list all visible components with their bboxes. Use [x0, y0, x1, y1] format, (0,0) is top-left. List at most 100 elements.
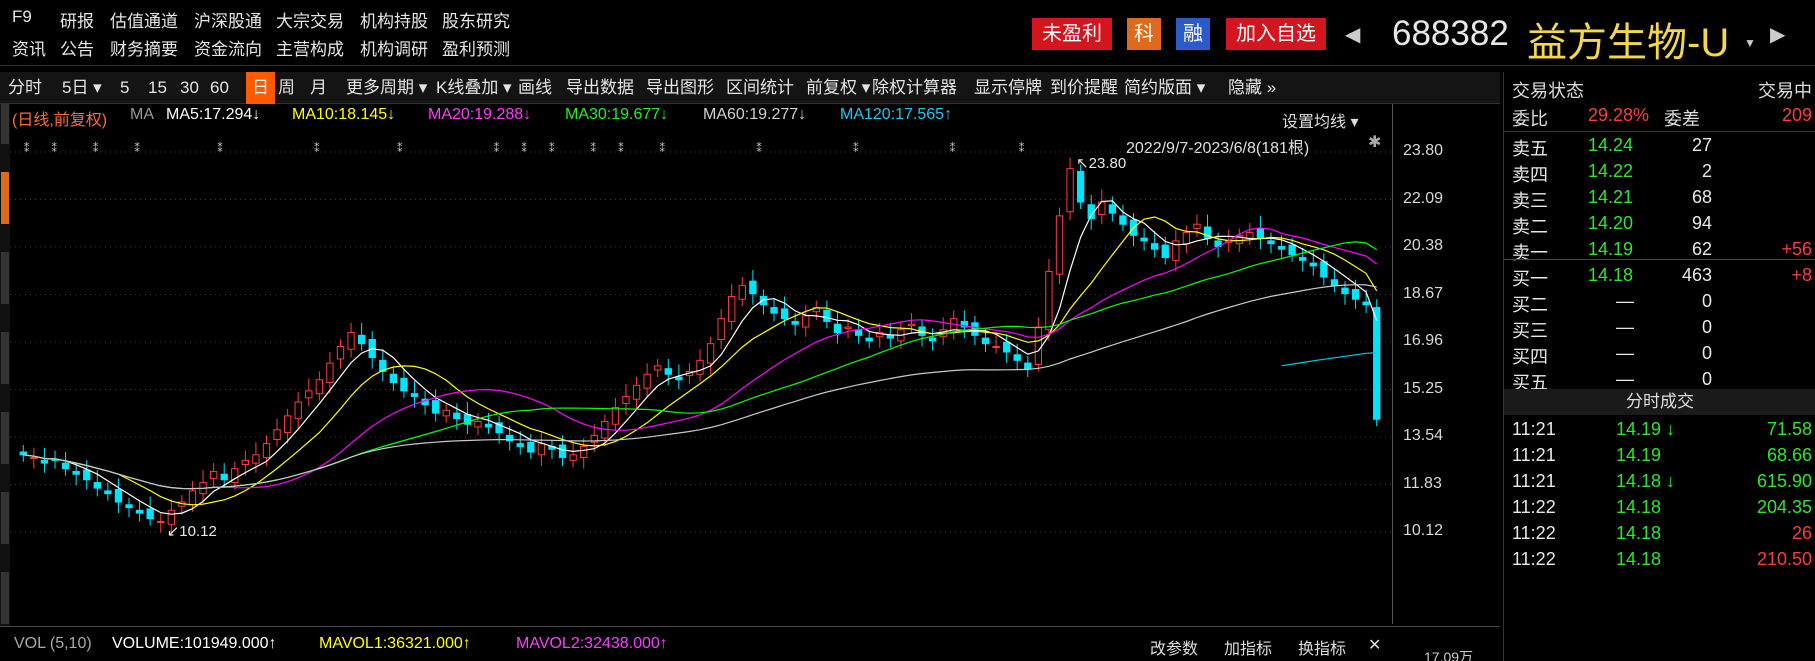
- candle: [72, 470, 80, 475]
- next-stock-arrow-icon[interactable]: ▶: [1770, 22, 1785, 47]
- top-nav-row2-item-5[interactable]: 机构调研: [360, 35, 428, 60]
- toolbar-item-8[interactable]: 月: [310, 72, 327, 104]
- level-volume: 62: [1691, 239, 1712, 259]
- candle: [791, 320, 799, 325]
- event-marker: ⁑: [397, 142, 403, 155]
- candle: [1267, 240, 1275, 245]
- price-tick-5: 15.25: [1403, 379, 1444, 397]
- top-nav-row2-item-1[interactable]: 公告: [60, 35, 94, 60]
- trade-time: 11:22: [1512, 549, 1556, 569]
- top-nav-row2: 资讯 公告 财务摘要 资金流向 主营构成 机构调研 盈利预测: [12, 35, 712, 60]
- top-nav-row1-item-5[interactable]: 机构持股: [360, 7, 428, 32]
- toolbar-item-4[interactable]: 30: [180, 72, 199, 104]
- candle: [1246, 232, 1254, 239]
- trade-price: 14.18: [1616, 523, 1662, 543]
- level-price: —: [1616, 343, 1634, 363]
- toolbar-item-18[interactable]: 到价提醒: [1050, 72, 1118, 104]
- close-icon[interactable]: ✕: [1368, 635, 1381, 655]
- toolbar-item-9[interactable]: 更多周期 ▾: [346, 72, 427, 104]
- add-watchlist-button[interactable]: 加入自选: [1226, 18, 1326, 50]
- toolbar-item-19[interactable]: 简约版面 ▾: [1124, 72, 1205, 104]
- candle: [336, 345, 345, 360]
- toolbar-item-1[interactable]: 5日 ▾: [62, 72, 102, 104]
- trade-time: 11:22: [1512, 523, 1556, 543]
- candle: [442, 409, 450, 417]
- toolbar-item-0[interactable]: 分时: [8, 72, 42, 104]
- toolbar-item-2[interactable]: 5: [120, 72, 129, 104]
- toolbar-item-12[interactable]: 导出数据: [566, 72, 634, 104]
- top-nav-row1-item-3[interactable]: 沪深股通: [194, 7, 262, 32]
- toolbar-item-16[interactable]: 除权计算器: [872, 72, 957, 104]
- candle: [294, 401, 302, 420]
- candle: [157, 520, 165, 523]
- toolbar-item-10[interactable]: K线叠加 ▾: [436, 72, 512, 104]
- candle: [474, 420, 482, 428]
- toolbar-item-3[interactable]: 15: [148, 72, 167, 104]
- toolbar-item-14[interactable]: 区间统计: [726, 72, 794, 104]
- kline-chart[interactable]: ↖23.80 ↙10.12 ⁑ ⁑ ⁑ ⁑ ⁑ ⁑ ⁑ ⁑ ⁑ ⁑ ⁑ ⁑ ⁑ ⁑ ⁑ ⁑ ⁑: [10, 104, 1500, 624]
- toolbar-item-15[interactable]: 前复权 ▾: [806, 72, 870, 104]
- order-book-panel: 交易状态 交易中 委比 29.28% 委差 209 卖五 14.24 27 卖四 14.…: [1503, 72, 1815, 661]
- level-volume: 0: [1701, 369, 1712, 389]
- candle: [1150, 243, 1159, 250]
- top-nav-row2-item-2[interactable]: 财务摘要: [110, 35, 178, 60]
- candle: [61, 462, 70, 470]
- toolbar-item-5[interactable]: 60: [210, 72, 229, 104]
- event-marker: ⁑: [217, 142, 223, 155]
- top-nav-row1-item-4[interactable]: 大宗交易: [276, 7, 344, 32]
- trade-row: 11:22 14.18 210.50: [1504, 546, 1815, 576]
- top-nav-row1-item-0[interactable]: F9: [12, 7, 32, 27]
- candle: [220, 473, 228, 481]
- toolbar-item-17[interactable]: 显示停牌: [974, 72, 1042, 104]
- toolbar-item-6[interactable]: 日: [246, 72, 275, 104]
- high-annotation: ↖23.80: [1076, 155, 1126, 172]
- stock-dropdown-icon[interactable]: ▼: [1744, 36, 1756, 50]
- candle: [928, 337, 937, 342]
- top-nav-row2-item-3[interactable]: 资金流向: [194, 35, 262, 60]
- candle: [83, 469, 91, 481]
- candle: [728, 295, 736, 322]
- toolbar-item-11[interactable]: 画线: [518, 72, 552, 104]
- bid-ratio-row: 委比 29.28% 委差 209: [1504, 102, 1815, 132]
- candle: [865, 337, 873, 342]
- candle: [30, 457, 38, 460]
- top-nav-row2-item-6[interactable]: 盈利预测: [442, 35, 510, 60]
- top-nav-row1-item-1[interactable]: 研报: [60, 7, 94, 32]
- mavol1-value: MAVOL1:36321.000↑: [319, 635, 471, 652]
- candle: [252, 454, 260, 464]
- trade-price: 14.18: [1616, 497, 1662, 517]
- top-nav-row1-item-2[interactable]: 估值通道: [110, 7, 178, 32]
- candle: [1161, 244, 1169, 259]
- candle: [611, 407, 620, 425]
- add-indicator-button[interactable]: 加指标: [1224, 635, 1272, 659]
- top-nav-row1-item-6[interactable]: 股东研究: [442, 7, 510, 32]
- candle: [114, 489, 123, 503]
- candle: [1309, 262, 1317, 267]
- switch-indicator-button[interactable]: 换指标: [1298, 635, 1346, 659]
- top-nav-row2-item-0[interactable]: 资讯: [12, 35, 46, 60]
- prev-stock-arrow-icon[interactable]: ◀: [1345, 22, 1360, 47]
- candle: [453, 412, 461, 420]
- trade-volume: 26: [1791, 523, 1812, 543]
- candle: [833, 323, 842, 334]
- candle: [146, 508, 154, 520]
- event-marker: ⁑: [590, 142, 596, 155]
- candle: [1256, 227, 1265, 239]
- change-params-button[interactable]: 改参数: [1150, 635, 1198, 659]
- toolbar-item-13[interactable]: 导出图形: [646, 72, 714, 104]
- candle: [992, 345, 1000, 348]
- toolbar-item-7[interactable]: 周: [278, 72, 295, 104]
- price-tick-4: 16.96: [1403, 332, 1444, 349]
- candle: [410, 393, 419, 397]
- candle: [516, 443, 524, 447]
- top-nav-row2-item-4[interactable]: 主营构成: [276, 35, 344, 60]
- trade-volume: 68.66: [1766, 445, 1812, 465]
- toolbar-item-20[interactable]: 隐藏 »: [1228, 72, 1276, 104]
- candle: [654, 365, 662, 371]
- level-volume: 0: [1701, 291, 1712, 311]
- candle: [347, 332, 355, 350]
- candle: [305, 390, 313, 399]
- margin-badge: 融: [1176, 18, 1210, 50]
- candle: [1024, 362, 1032, 370]
- trade-volume: 615.90: [1756, 471, 1812, 491]
